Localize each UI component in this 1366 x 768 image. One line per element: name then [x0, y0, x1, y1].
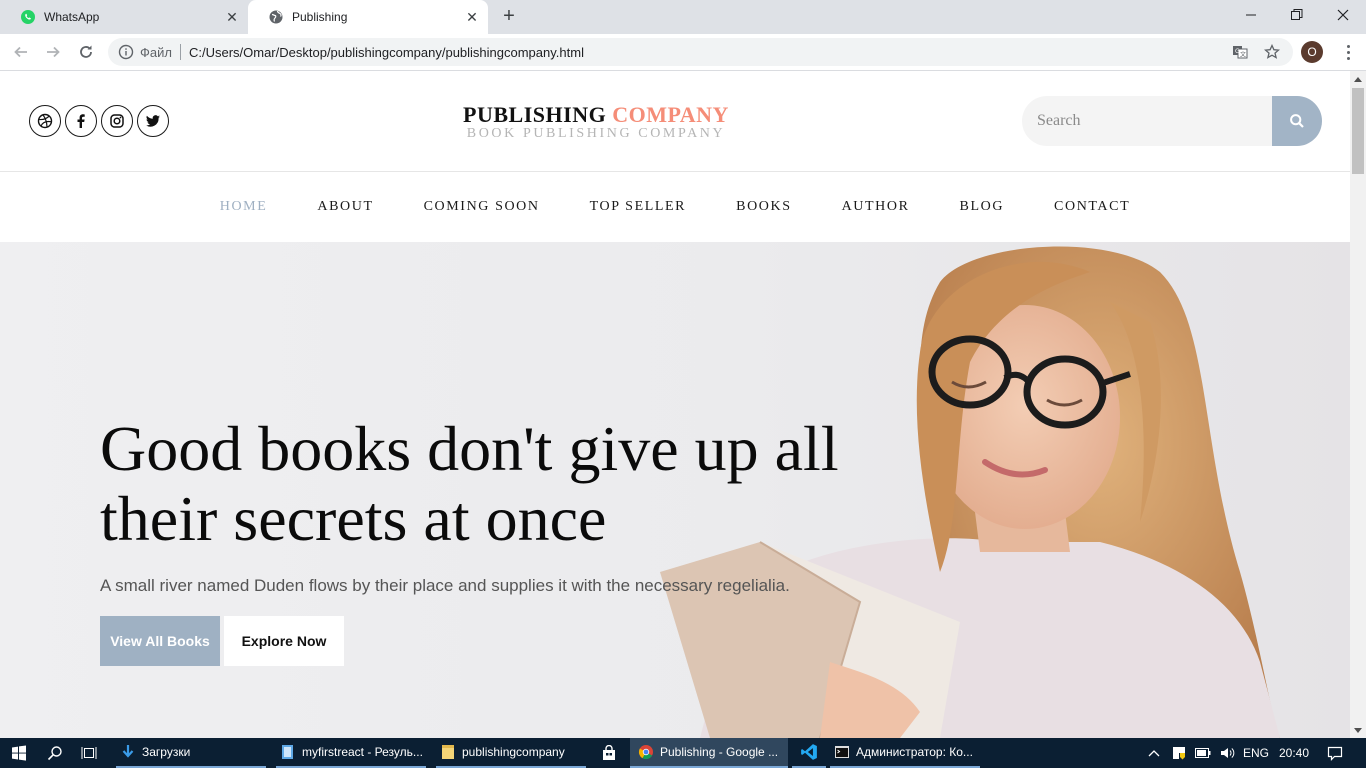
clock[interactable]: 20:40 — [1276, 738, 1312, 768]
scrollbar-thumb[interactable] — [1352, 88, 1364, 174]
twitter-icon[interactable] — [137, 105, 169, 137]
restore-icon[interactable] — [1274, 0, 1320, 30]
taskbar-label: Publishing - Google ... — [660, 745, 779, 759]
address-bar[interactable]: Файл C:/Users/Omar/Desktop/publishingcom… — [108, 38, 1293, 66]
taskbar-vscode[interactable] — [792, 738, 826, 768]
hero-headline: Good books don't give up all their secre… — [100, 413, 839, 554]
close-icon[interactable]: ✕ — [464, 9, 480, 25]
taskbar-label: publishingcompany — [462, 745, 565, 759]
taskbar-downloads[interactable]: Загрузки — [116, 738, 266, 768]
search-button[interactable] — [1272, 96, 1322, 146]
vscode-icon — [801, 744, 817, 760]
store-icon — [603, 745, 615, 760]
notifications-icon[interactable] — [1322, 738, 1348, 768]
taskbar-store[interactable] — [592, 738, 626, 768]
security-shield-icon[interactable] — [1168, 738, 1190, 768]
forward-arrow-icon[interactable] — [41, 40, 65, 64]
globe-icon — [268, 9, 284, 25]
minimize-icon[interactable] — [1228, 0, 1274, 30]
nav-books[interactable]: BOOKS — [736, 199, 791, 215]
page-scrollbar[interactable] — [1350, 71, 1366, 738]
logo-title: PUBLISHING COMPANY — [420, 103, 772, 127]
new-tab-icon[interactable]: + — [497, 5, 521, 29]
explore-now-button[interactable]: Explore Now — [224, 616, 344, 666]
nav-blog[interactable]: BLOG — [960, 199, 1005, 215]
search-icon — [1290, 114, 1304, 128]
address-url[interactable]: C:/Users/Omar/Desktop/publishingcompany/… — [189, 45, 584, 60]
back-arrow-icon[interactable] — [9, 40, 33, 64]
instagram-icon[interactable] — [101, 105, 133, 137]
nav-top-seller[interactable]: TOP SELLER — [590, 199, 687, 215]
nav-contact[interactable]: CONTACT — [1054, 199, 1130, 215]
logo-main: PUBLISHING — [463, 102, 607, 127]
download-icon — [122, 745, 134, 758]
scroll-down-icon[interactable] — [1354, 728, 1362, 733]
close-window-icon[interactable] — [1320, 0, 1366, 30]
address-separator — [179, 44, 181, 60]
site-logo[interactable]: PUBLISHING COMPANY BOOK PUBLISHING COMPA… — [420, 103, 772, 141]
search-taskbar-icon[interactable] — [40, 738, 70, 768]
taskbar-label: Загрузки — [142, 745, 191, 759]
taskbar-publishingcompany[interactable]: publishingcompany — [436, 738, 586, 768]
folder-icon — [442, 745, 454, 759]
web-page: PUBLISHING COMPANY BOOK PUBLISHING COMPA… — [0, 71, 1350, 738]
nav-author[interactable]: AUTHOR — [842, 199, 910, 215]
hero-subtext: A small river named Duden flows by their… — [100, 576, 790, 595]
translate-icon[interactable]: G文 — [1228, 40, 1252, 64]
menu-dots-icon[interactable] — [1336, 40, 1360, 64]
nav-about[interactable]: ABOUT — [317, 199, 373, 215]
language-indicator[interactable]: ENG — [1240, 738, 1272, 768]
taskbar-cmd[interactable]: Администратор: Ко... — [830, 738, 980, 768]
taskbar-myfirstreact[interactable]: myfirstreact - Резуль... — [276, 738, 426, 768]
tab-title: WhatsApp — [44, 10, 100, 24]
taskbar-label: myfirstreact - Резуль... — [302, 745, 423, 759]
search-input[interactable] — [1022, 96, 1272, 146]
start-button[interactable] — [0, 738, 38, 768]
main-navigation: HOME ABOUT COMING SOON TOP SELLER BOOKS … — [0, 172, 1350, 242]
social-links — [29, 105, 169, 137]
volume-icon[interactable] — [1216, 738, 1238, 768]
logo-tagline: BOOK PUBLISHING COMPANY — [466, 126, 726, 141]
search-form — [1022, 96, 1322, 146]
browser-toolbar: Файл C:/Users/Omar/Desktop/publishingcom… — [0, 34, 1366, 71]
nav-home[interactable]: HOME — [220, 199, 268, 215]
dribbble-icon[interactable] — [29, 105, 61, 137]
browser-tab-strip: WhatsApp ✕ Publishing ✕ + — [0, 0, 1366, 34]
cmd-icon — [835, 746, 849, 758]
tab-publishing[interactable]: Publishing ✕ — [248, 0, 488, 34]
chrome-icon — [638, 745, 653, 760]
hero-section: Good books don't give up all their secre… — [0, 242, 1350, 738]
windows-taskbar: Загрузки myfirstreact - Резуль... publis… — [0, 738, 1366, 768]
info-icon[interactable] — [118, 44, 134, 60]
address-scheme: Файл — [140, 44, 172, 60]
taskbar-label: Администратор: Ко... — [856, 745, 973, 759]
tab-whatsapp[interactable]: WhatsApp ✕ — [0, 0, 248, 34]
tray-chevron-up-icon[interactable] — [1144, 738, 1164, 768]
windows-icon — [12, 745, 26, 761]
nav-coming-soon[interactable]: COMING SOON — [424, 199, 540, 215]
whatsapp-icon — [20, 9, 36, 25]
view-all-books-button[interactable]: View All Books — [100, 616, 220, 666]
task-view-icon[interactable] — [74, 738, 104, 768]
svg-text:文: 文 — [1240, 51, 1246, 59]
battery-icon[interactable] — [1192, 738, 1214, 768]
profile-avatar[interactable]: O — [1301, 41, 1323, 63]
facebook-icon[interactable] — [65, 105, 97, 137]
vs-icon — [282, 745, 293, 759]
logo-accent: COMPANY — [612, 102, 729, 127]
reload-icon[interactable] — [74, 40, 98, 64]
bookmark-star-icon[interactable] — [1260, 40, 1284, 64]
tab-title: Publishing — [292, 10, 348, 24]
close-icon[interactable]: ✕ — [224, 9, 240, 25]
scroll-up-icon[interactable] — [1354, 77, 1362, 82]
taskbar-chrome[interactable]: Publishing - Google ... — [630, 738, 788, 768]
